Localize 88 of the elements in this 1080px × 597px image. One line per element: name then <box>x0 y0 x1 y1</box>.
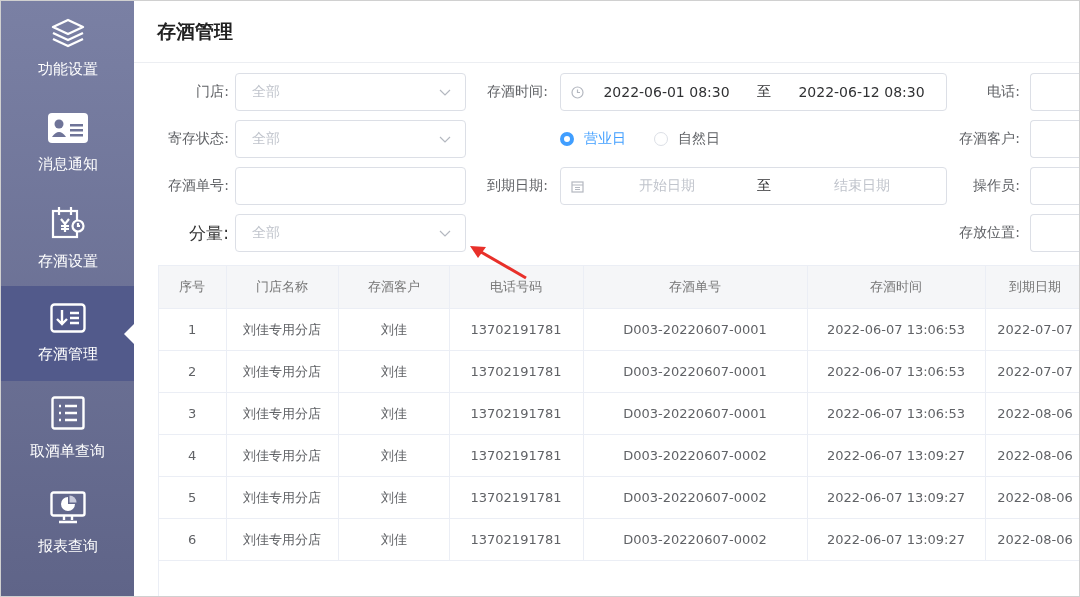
table-cell: 2022-08-06 <box>985 518 1079 561</box>
table-cell: 2022-06-07 13:09:27 <box>807 518 985 561</box>
table-cell: 刘佳 <box>338 518 449 561</box>
download-list-icon <box>49 303 86 333</box>
table-cell: 3 <box>159 392 226 435</box>
table-cell: 刘佳 <box>338 392 449 435</box>
field-label: 分量: <box>189 221 229 245</box>
table-cell: 2 <box>159 350 226 393</box>
table-cell: 13702191781 <box>449 392 583 435</box>
table-cell: 13702191781 <box>449 350 583 393</box>
chevron-down-icon <box>439 88 451 96</box>
table-cell: 刘佳 <box>338 350 449 393</box>
table-cell: 13702191781 <box>449 434 583 477</box>
column-header: 门店名称 <box>226 266 338 309</box>
field-label: 门店: <box>196 83 229 101</box>
column-header: 存酒时间 <box>807 266 985 309</box>
column-header: 序号 <box>159 266 226 309</box>
table-cell: 2022-06-07 13:06:53 <box>807 392 985 435</box>
active-pointer-icon <box>124 324 134 344</box>
table-cell: 5 <box>159 476 226 519</box>
input-field[interactable] <box>1030 167 1079 205</box>
sidebar-item[interactable]: 存酒管理 <box>1 286 134 381</box>
contact-card-icon <box>47 113 88 143</box>
table-cell: 刘佳专用分店 <box>226 392 338 435</box>
radio-option[interactable]: 自然日 <box>654 130 720 148</box>
table-cell: 2022-08-06 <box>985 434 1079 477</box>
input-field[interactable] <box>235 167 466 205</box>
table-cell: 刘佳 <box>338 434 449 477</box>
field-label: 存酒客户: <box>959 130 1020 148</box>
radio-option[interactable]: 营业日 <box>560 130 626 148</box>
field-label: 存放位置: <box>959 224 1020 242</box>
sidebar-item[interactable]: 取酒单查询 <box>1 381 134 476</box>
sidebar-item[interactable]: 报表查询 <box>1 476 134 571</box>
table-cell: 刘佳 <box>338 476 449 519</box>
table-cell: D003-20220607-0002 <box>583 518 807 561</box>
table-cell: 刘佳专用分店 <box>226 476 338 519</box>
table-cell: 1 <box>159 308 226 351</box>
column-header: 电话号码 <box>449 266 583 309</box>
column-header: 到期日期 <box>985 266 1079 309</box>
calendar-icon <box>571 179 584 193</box>
table-cell: 2022-06-07 13:09:27 <box>807 476 985 519</box>
field-label: 到期日期: <box>487 177 548 195</box>
calendar-yen-icon <box>50 206 85 240</box>
table-cell: D003-20220607-0002 <box>583 476 807 519</box>
input-field[interactable] <box>1030 214 1079 252</box>
table-cell: 13702191781 <box>449 308 583 351</box>
monitor-chart-icon <box>49 491 86 525</box>
list-icon <box>50 396 85 430</box>
input-field[interactable] <box>1030 120 1079 158</box>
table-cell: 13702191781 <box>449 518 583 561</box>
field-label: 操作员: <box>973 177 1020 195</box>
table-cell: D003-20220607-0002 <box>583 434 807 477</box>
annotation-arrow <box>467 243 529 281</box>
field-label: 存酒单号: <box>168 177 229 195</box>
table-cell: D003-20220607-0001 <box>583 350 807 393</box>
table-cell: 4 <box>159 434 226 477</box>
sidebar-item[interactable]: 功能设置 <box>1 1 134 96</box>
sidebar-item[interactable]: 存酒设置 <box>1 191 134 286</box>
table-cell: 刘佳专用分店 <box>226 518 338 561</box>
table-cell: 刘佳专用分店 <box>226 434 338 477</box>
table-cell: 2022-08-06 <box>985 476 1079 519</box>
table-cell: 2022-06-07 13:06:53 <box>807 308 985 351</box>
table-cell: 刘佳 <box>338 308 449 351</box>
field-label: 电话: <box>987 83 1020 101</box>
column-header: 存酒单号 <box>583 266 807 309</box>
clock-icon <box>571 85 584 99</box>
chevron-down-icon <box>439 229 451 237</box>
table-cell: 2022-06-07 13:06:53 <box>807 350 985 393</box>
table-cell: 刘佳专用分店 <box>226 308 338 351</box>
date-range-field[interactable]: 2022-06-01 08:30 至 2022-06-12 08:30 <box>560 73 947 111</box>
table-cell: D003-20220607-0001 <box>583 308 807 351</box>
input-field[interactable] <box>1030 73 1079 111</box>
date-range-field[interactable]: 开始日期 至 结束日期 <box>560 167 947 205</box>
field-label: 存酒时间: <box>487 83 548 101</box>
table-cell: 刘佳专用分店 <box>226 350 338 393</box>
field-label: 寄存状态: <box>168 130 229 148</box>
table-cell: 2022-08-06 <box>985 392 1079 435</box>
page-title: 存酒管理 <box>157 18 233 44</box>
table-cell: 13702191781 <box>449 476 583 519</box>
layers-icon <box>50 18 85 48</box>
table-cell: 2022-07-07 <box>985 308 1079 351</box>
table-cell: 2022-06-07 13:09:27 <box>807 434 985 477</box>
table-cell: D003-20220607-0001 <box>583 392 807 435</box>
chevron-down-icon <box>439 135 451 143</box>
sidebar-item[interactable]: 消息通知 <box>1 96 134 191</box>
table-cell: 2022-07-07 <box>985 350 1079 393</box>
table-cell: 6 <box>159 518 226 561</box>
column-header: 存酒客户 <box>338 266 449 309</box>
